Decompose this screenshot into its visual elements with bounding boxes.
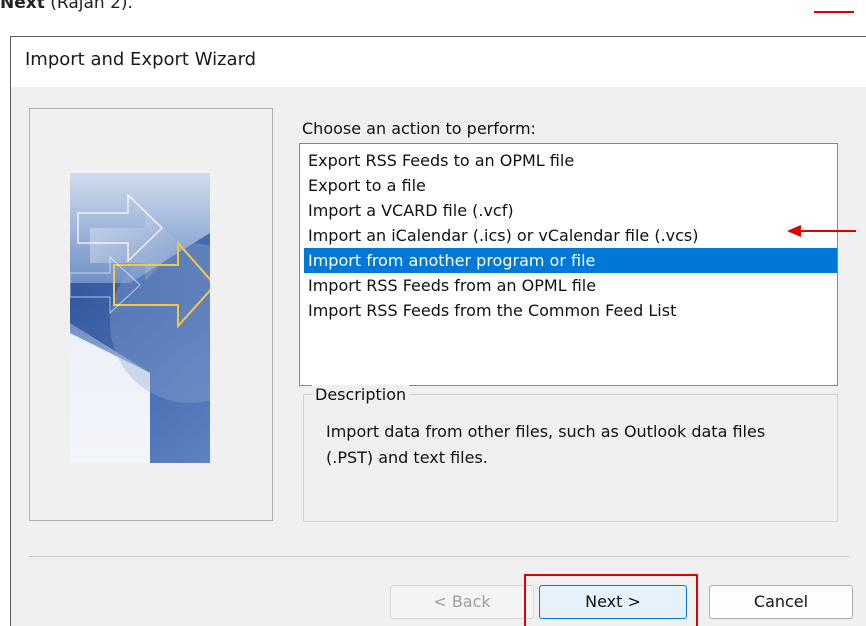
annotation-arrow-head-icon (787, 225, 801, 237)
action-listbox[interactable]: Export RSS Feeds to an OPML file Export … (299, 143, 838, 386)
annotation-line-top (814, 11, 854, 13)
list-item-import-rss-opml[interactable]: Import RSS Feeds from an OPML file (304, 273, 596, 298)
cancel-button[interactable]: Cancel (709, 585, 853, 619)
dialog-title: Import and Export Wizard (25, 49, 257, 70)
wizard-illustration-panel (29, 108, 273, 521)
action-prompt-label: Choose an action to perform: (302, 119, 536, 138)
caption-rest: (Rajah 2). (44, 0, 133, 13)
list-item-export-rss-opml[interactable]: Export RSS Feeds to an OPML file (304, 148, 574, 173)
list-item-import-from-program[interactable]: Import from another program or file (304, 248, 837, 273)
import-export-wizard-dialog: Import and Export Wizard Choose an actio… (10, 36, 866, 626)
description-text: Import data from other files, such as Ou… (326, 422, 766, 467)
wizard-arrows-icon (70, 173, 210, 463)
list-item-import-icalendar[interactable]: Import an iCalendar (.ics) or vCalendar … (304, 223, 699, 248)
description-group: Description Import data from other files… (303, 385, 838, 522)
back-button[interactable]: < Back (390, 585, 534, 619)
annotation-arrow-line (800, 230, 856, 232)
list-item-import-rss-common-feed[interactable]: Import RSS Feeds from the Common Feed Li… (304, 298, 676, 323)
description-label: Description (312, 385, 410, 404)
caption-text: Next (Rajah 2). (0, 0, 133, 13)
next-button[interactable]: Next > (539, 585, 687, 619)
button-separator (29, 556, 849, 557)
caption-bold: Next (0, 0, 45, 13)
dialog-titlebar: Import and Export Wizard (11, 37, 866, 87)
list-item-export-to-file[interactable]: Export to a file (304, 173, 426, 198)
page: Next (Rajah 2). Import and Export Wizard (0, 0, 866, 626)
list-item-import-vcard[interactable]: Import a VCARD file (.vcf) (304, 198, 514, 223)
